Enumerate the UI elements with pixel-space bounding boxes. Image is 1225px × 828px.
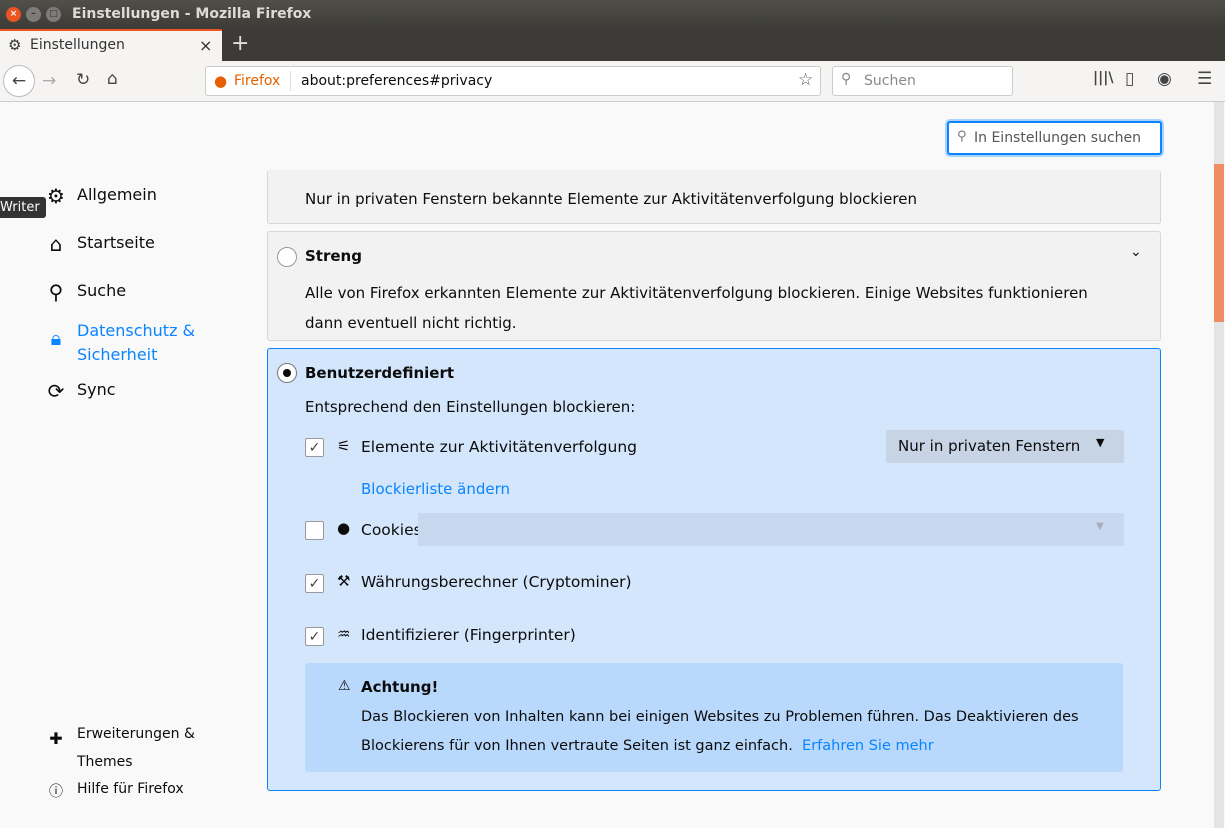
close-window-button[interactable]: ×	[6, 7, 21, 22]
search-icon: ⚲	[48, 280, 64, 304]
fingerprinter-checkbox[interactable]: ✓	[305, 627, 324, 646]
sidebar-label: Sync	[77, 380, 116, 399]
custom-option-card[interactable]: Benutzerdefiniert Entsprechend den Einst…	[267, 348, 1161, 791]
back-button[interactable]: ←	[3, 65, 35, 97]
warning-text-block: Das Blockieren von Inhalten kann bei ein…	[361, 703, 1101, 761]
tracking-checkbox[interactable]: ✓	[305, 438, 324, 457]
warning-icon: ⚠	[338, 678, 351, 694]
cookie-icon: ●	[337, 519, 351, 537]
standard-description: Nur in privaten Fenstern bekannte Elemen…	[305, 190, 917, 208]
warning-text: Das Blockieren von Inhalten kann bei ein…	[361, 709, 1079, 754]
sidebar-label: Startseite	[77, 233, 155, 252]
custom-subtitle: Entsprechend den Einstellungen blockiere…	[305, 398, 636, 416]
url-bar[interactable]: ● Firefox about:preferences#privacy ☆	[205, 66, 821, 96]
forward-button[interactable]: →	[42, 71, 56, 91]
sidebar-icon[interactable]: ▯	[1125, 69, 1134, 89]
sidebar-label: Hilfe für Firefox	[77, 781, 184, 797]
sidebar-item-datenschutz[interactable]: 🔒︎ Datenschutz & Sicherheit	[44, 319, 207, 367]
strict-title: Streng	[305, 247, 362, 265]
fingerprint-icon: ♒	[337, 625, 351, 643]
scrollbar-thumb[interactable]	[1214, 164, 1224, 322]
home-button[interactable]: ⌂	[107, 69, 118, 89]
custom-title: Benutzerdefiniert	[305, 364, 455, 382]
tracking-label: Elemente zur Aktivitätenverfolgung	[361, 438, 638, 456]
tab-label: Einstellungen	[30, 37, 125, 53]
blocklist-link[interactable]: Blockierliste ändern	[361, 480, 510, 498]
cookies-label: Cookies	[361, 521, 422, 539]
search-icon: ⚲	[841, 71, 852, 87]
puzzle-icon: ✚	[49, 729, 63, 748]
identity-label: Firefox	[234, 73, 281, 89]
sidebar-item-hilfe[interactable]: ⓘ Hilfe für Firefox	[44, 781, 184, 803]
dropdown-arrow-icon: ▼	[1096, 436, 1105, 449]
dropdown-arrow-icon: ▼	[1096, 521, 1104, 532]
sidebar-item-startseite[interactable]: ⌂ Startseite	[44, 233, 155, 255]
tab-einstellungen[interactable]: ⚙ Einstellungen ×	[0, 29, 222, 61]
sidebar-item-allgemein[interactable]: ⚙ Allgemein	[44, 185, 157, 207]
sync-icon: ⟳	[47, 379, 65, 403]
chevron-down-icon[interactable]: ⌄	[1130, 244, 1142, 260]
learn-more-link[interactable]: Erfahren Sie mehr	[802, 738, 934, 754]
tracking-select[interactable]: Nur in privaten Fenstern ▼	[886, 430, 1124, 463]
url-text: about:preferences#privacy	[301, 73, 493, 89]
cryptominer-checkbox[interactable]: ✓	[305, 574, 324, 593]
menu-icon[interactable]: ☰	[1197, 69, 1212, 89]
new-tab-button[interactable]: +	[231, 31, 249, 56]
search-icon: ⚲	[957, 129, 967, 144]
preferences-search-placeholder: In Einstellungen suchen	[974, 130, 1142, 146]
cryptominer-label: Währungsberechner (Cryptominer)	[361, 573, 632, 591]
tracker-icon: ⚟	[337, 437, 351, 455]
cookies-checkbox[interactable]	[305, 521, 324, 540]
strict-radio[interactable]	[277, 247, 297, 267]
close-tab-icon[interactable]: ×	[199, 36, 212, 55]
gear-icon: ⚙	[47, 184, 65, 208]
sidebar-label: Datenschutz & Sicherheit	[77, 321, 196, 364]
gear-icon: ⚙	[8, 36, 22, 54]
fingerprinter-label: Identifizierer (Fingerprinter)	[361, 626, 576, 644]
custom-radio[interactable]	[277, 363, 297, 383]
maximize-window-button[interactable]: □	[46, 7, 61, 22]
account-icon[interactable]: ◉	[1157, 69, 1172, 89]
bookmark-star-icon[interactable]: ☆	[798, 70, 813, 90]
home-icon: ⌂	[49, 232, 63, 256]
tooltip: Writer	[0, 197, 46, 218]
sidebar-label: Suche	[77, 281, 127, 300]
sidebar-item-suche[interactable]: ⚲ Suche	[44, 281, 126, 303]
lock-icon: 🔒︎	[50, 326, 62, 350]
cryptominer-icon: ⚒	[337, 572, 351, 590]
title-bar: × – □ Einstellungen - Mozilla Firefox	[0, 0, 1225, 29]
search-placeholder: Suchen	[864, 73, 916, 89]
tracking-select-value: Nur in privaten Fenstern	[898, 437, 1081, 455]
sidebar-item-sync[interactable]: ⟳ Sync	[44, 380, 116, 402]
search-bar[interactable]: ⚲ Suchen	[832, 66, 1013, 96]
strict-description: Alle von Firefox erkannten Elemente zur …	[305, 284, 1088, 332]
strict-option-card[interactable]: Streng ⌄ Alle von Firefox erkannten Elem…	[267, 231, 1161, 341]
preferences-search-input[interactable]: ⚲ In Einstellungen suchen	[947, 121, 1162, 155]
firefox-logo-icon: ●	[214, 72, 228, 90]
minimize-window-button[interactable]: –	[26, 7, 41, 22]
warning-title: Achtung!	[361, 678, 439, 696]
warning-box: ⚠ Achtung! Das Blockieren von Inhalten k…	[305, 663, 1123, 772]
standard-option-card[interactable]: Nur in privaten Fenstern bekannte Elemen…	[267, 170, 1161, 224]
sidebar-label: Allgemein	[77, 185, 157, 204]
reload-button[interactable]: ↻	[76, 70, 90, 90]
library-icon[interactable]: |||\	[1093, 70, 1113, 86]
window-title: Einstellungen - Mozilla Firefox	[72, 6, 312, 22]
sidebar-item-erweiterungen[interactable]: ✚ Erweiterungen & Themes	[44, 720, 207, 776]
cookies-select[interactable]: ▼	[418, 513, 1124, 546]
sidebar-label: Erweiterungen & Themes	[77, 726, 195, 770]
help-icon: ⓘ	[49, 784, 63, 800]
